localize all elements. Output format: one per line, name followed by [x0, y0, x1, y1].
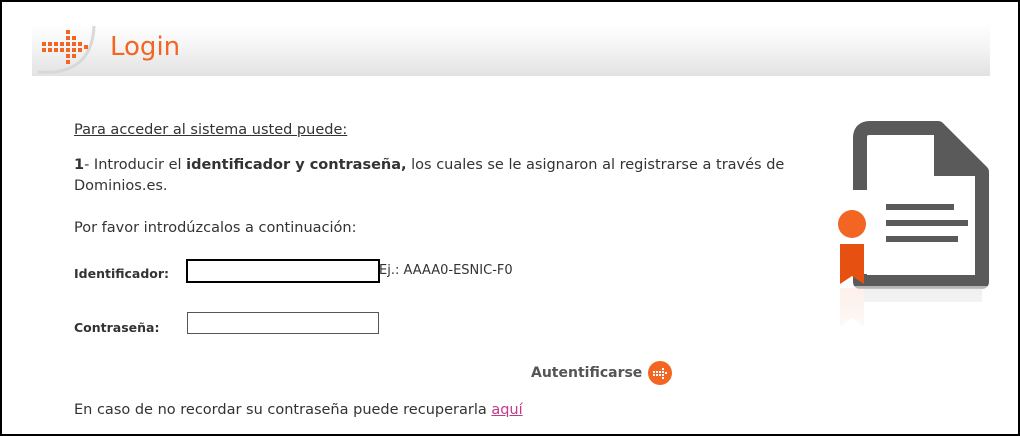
arrow-right-icon	[37, 25, 96, 74]
password-label: Contraseña:	[74, 320, 160, 335]
instructions: Para acceder al sistema usted puede: 1- …	[74, 120, 794, 239]
identifier-label: Identificador:	[74, 266, 170, 281]
step-number: 1	[74, 157, 85, 173]
arrow-right-icon	[648, 361, 673, 385]
intro-text: Para acceder al sistema usted puede:	[74, 122, 348, 138]
recover-password-text: En caso de no recordar su contraseña pue…	[74, 402, 523, 418]
step-one-text: 1- Introducir el identificador y contras…	[74, 155, 794, 197]
identifier-input[interactable]	[187, 260, 379, 282]
authenticate-label: Autentificarse	[531, 365, 643, 381]
certificate-icon	[830, 121, 990, 356]
page-title: Login	[110, 32, 181, 62]
authenticate-button[interactable]: Autentificarse	[531, 360, 673, 386]
step-text-start: - Introducir el	[84, 157, 187, 173]
prompt-text: Por favor introdúzcalos a continuación:	[74, 220, 357, 236]
step-bold-text: identificador y contraseña,	[186, 157, 407, 173]
recover-password-link[interactable]: aquí	[491, 402, 522, 418]
login-page: Login Para acceder al sistema usted pued…	[0, 0, 1020, 436]
recover-text: En caso de no recordar su contraseña pue…	[74, 402, 492, 418]
page-header: Login	[32, 24, 990, 76]
password-input[interactable]	[187, 312, 379, 334]
identifier-hint: Ej.: AAAA0-ESNIC-F0	[379, 263, 513, 278]
